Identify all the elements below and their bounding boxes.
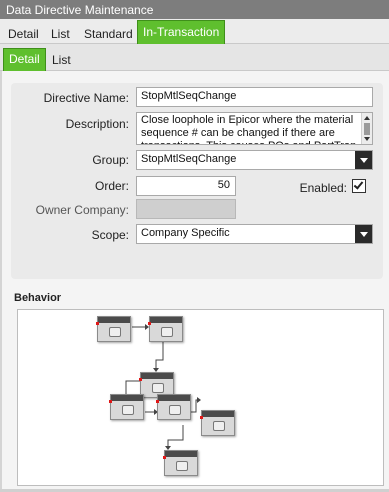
owner-company-input <box>136 199 236 219</box>
set-value-icon <box>122 405 134 415</box>
scope-label: Scope: <box>91 228 129 242</box>
chevron-down-icon[interactable] <box>355 151 372 169</box>
description-scrollbar[interactable] <box>361 113 372 144</box>
detail-panel: Directive Name: StopMtlSeqChange Descrip… <box>11 83 383 279</box>
directive-name-label: Directive Name: <box>43 91 129 105</box>
description-textarea[interactable]: Close loophole in Epicor where the mater… <box>136 112 373 145</box>
group-label: Group: <box>92 153 129 167</box>
set-value-icon <box>169 405 181 415</box>
subtab-detail[interactable]: Detail <box>3 48 46 71</box>
tab-standard[interactable]: Standard <box>84 23 133 43</box>
error-node[interactable] <box>163 450 198 476</box>
flag-icon <box>109 327 121 337</box>
scope-value: Company Specific <box>141 227 230 239</box>
description-text: Close loophole in Epicor where the mater… <box>141 114 356 144</box>
behavior-title: Behavior <box>14 292 62 304</box>
condition-icon <box>161 327 173 337</box>
owner-company-label: Owner Company: <box>35 203 129 217</box>
message-icon <box>213 421 225 431</box>
directive-name-input[interactable]: StopMtlSeqChange <box>136 87 373 107</box>
enabled-label: Enabled: <box>299 181 347 195</box>
group-value: StopMtlSeqChange <box>141 153 237 165</box>
check-icon <box>353 179 364 190</box>
scroll-down-icon[interactable] <box>364 137 370 141</box>
start-node[interactable] <box>96 316 131 342</box>
set-field-node[interactable] <box>156 394 191 420</box>
content-area: Directive Name: StopMtlSeqChange Descrip… <box>0 71 389 492</box>
tab-detail[interactable]: Detail <box>8 23 39 43</box>
enabled-checkbox[interactable] <box>352 179 366 193</box>
condition-node[interactable] <box>148 316 183 342</box>
workflow-connectors <box>125 324 201 450</box>
scroll-thumb[interactable] <box>364 123 370 135</box>
group-select[interactable]: StopMtlSeqChange <box>136 150 373 170</box>
scroll-up-icon[interactable] <box>364 116 370 120</box>
order-input[interactable]: 50 <box>136 176 236 196</box>
description-label: Description: <box>65 117 129 131</box>
chevron-down-icon[interactable] <box>355 225 372 243</box>
compare-icon <box>152 383 164 393</box>
tab-in-transaction[interactable]: In-Transaction <box>137 20 226 44</box>
top-tab-bar: Detail List Standard In-Transaction <box>0 19 389 44</box>
subtab-list[interactable]: List <box>52 50 71 70</box>
behavior-diagram-canvas[interactable] <box>17 309 384 486</box>
tab-list[interactable]: List <box>51 23 70 43</box>
sub-tab-bar: Detail List <box>0 44 389 71</box>
order-label: Order: <box>94 179 129 193</box>
window-title: Data Directive Maintenance <box>0 0 389 19</box>
error-icon <box>176 461 188 471</box>
show-message-node[interactable] <box>200 410 235 436</box>
set-argument-node[interactable] <box>109 394 144 420</box>
scope-select[interactable]: Company Specific <box>136 224 373 244</box>
